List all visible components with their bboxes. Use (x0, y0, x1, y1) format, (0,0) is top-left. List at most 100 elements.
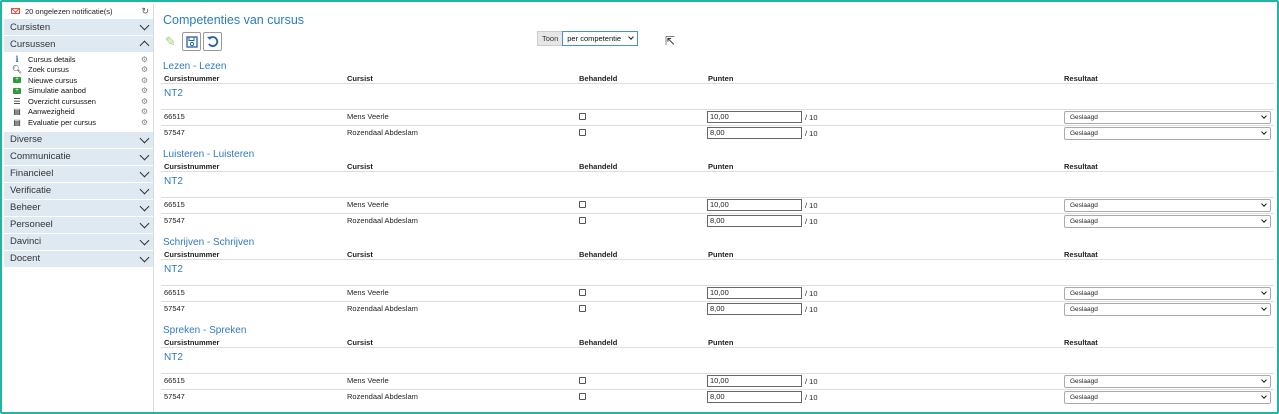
sidebar-section-beheer[interactable]: Beheer (4, 198, 153, 216)
gear-icon[interactable]: ⚙ (141, 107, 148, 116)
points-input[interactable]: 10,00 (707, 199, 802, 211)
sidebar-section-financieel[interactable]: Financieel (4, 164, 153, 182)
points-input[interactable]: 8,00 (707, 391, 802, 403)
document-icon: ▤ (13, 117, 21, 127)
treated-checkbox[interactable] (579, 201, 586, 208)
table-row: 66515 Mens Veerle 10,00 / 10 Geslaagd (161, 197, 1274, 212)
column-header: Resultaat (1064, 74, 1098, 83)
sidebar-section-personeel[interactable]: Personeel (4, 215, 153, 233)
chevron-down-icon (139, 184, 150, 194)
sidebar-item-aanwezigheid[interactable]: ▤ Aanwezigheid ⚙ (4, 107, 153, 118)
student-number: 57547 (164, 216, 185, 225)
group-title: NT2 (164, 176, 183, 187)
student-number: 57547 (164, 392, 185, 401)
treated-checkbox[interactable] (579, 393, 586, 400)
column-header: Behandeld (579, 338, 618, 347)
treated-checkbox[interactable] (579, 305, 586, 312)
treated-checkbox[interactable] (579, 377, 586, 384)
gear-icon[interactable]: ⚙ (141, 118, 148, 127)
table-row: 57547 Rozendaal Abdeslam 8,00 / 10 Gesla… (161, 301, 1274, 316)
sidebar-section-docent[interactable]: Docent (4, 249, 153, 267)
sidebar-section-cursussen[interactable]: Cursussen (4, 35, 153, 52)
group-title: NT2 (164, 88, 183, 99)
search-icon: 🔍︎ (11, 65, 23, 75)
student-number: 66515 (164, 376, 185, 385)
column-header: Cursist (347, 162, 373, 171)
treated-checkbox[interactable] (579, 289, 586, 296)
column-header: Cursist (347, 338, 373, 347)
sidebar-section-davinci[interactable]: Davinci (4, 232, 153, 250)
sidebar-item-overzicht-cursussen[interactable]: ☰ Overzicht cursussen ⚙ (4, 96, 153, 107)
column-header: Cursist (347, 74, 373, 83)
sidebar-section-diverse[interactable]: Diverse (4, 130, 153, 148)
column-header: Punten (708, 74, 734, 83)
sidebar-item-cursus-details[interactable]: i Cursus details ⚙ (4, 54, 153, 65)
result-value: Geslaagd (1070, 218, 1098, 225)
result-select[interactable]: Geslaagd (1064, 303, 1271, 316)
column-header: Resultaat (1064, 250, 1098, 259)
treated-checkbox[interactable] (579, 113, 586, 120)
chevron-down-icon (139, 167, 150, 177)
points-input[interactable]: 10,00 (707, 287, 802, 299)
student-number: 57547 (164, 128, 185, 137)
sidebar-item-evaluatie-per-cursus[interactable]: ▤ Evaluatie per cursus ⚙ (4, 117, 153, 128)
sidebar-section-label: Beheer (10, 202, 41, 213)
add-icon: + (12, 87, 22, 94)
app-frame: 20 ongelezen notificatie(s) ↻ Cursisten … (0, 0, 1279, 414)
sidebar-item-label: Overzicht cursussen (28, 96, 96, 106)
sidebar-section-label: Cursisten (10, 21, 51, 33)
toon-select[interactable]: per competentie (562, 31, 639, 46)
result-select[interactable]: Geslaagd (1064, 111, 1271, 124)
treated-checkbox[interactable] (579, 217, 586, 224)
result-select[interactable]: Geslaagd (1064, 215, 1271, 228)
column-header: Cursist (347, 250, 373, 259)
sidebar-section-cursisten[interactable]: Cursisten (4, 18, 153, 35)
sidebar-section-verificatie[interactable]: Verificatie (4, 181, 153, 199)
sidebar-item-zoek-cursus[interactable]: 🔍︎ Zoek cursus ⚙ (4, 65, 153, 76)
result-value: Geslaagd (1070, 130, 1098, 137)
gear-icon[interactable]: ⚙ (141, 97, 148, 106)
result-select[interactable]: Geslaagd (1064, 287, 1271, 300)
result-select[interactable]: Geslaagd (1064, 391, 1271, 404)
notification-text[interactable]: 20 ongelezen notificatie(s) (25, 7, 113, 16)
chevron-up-icon (139, 40, 150, 51)
student-name: Mens Veerle (347, 112, 389, 121)
group-title: NT2 (164, 352, 183, 363)
sidebar-item-label: Aanwezigheid (28, 107, 75, 117)
gear-icon[interactable]: ⚙ (141, 76, 148, 85)
notification-bar[interactable]: 20 ongelezen notificatie(s) ↻ (4, 4, 153, 18)
result-value: Geslaagd (1070, 202, 1098, 209)
sidebar-item-nieuwe-cursus[interactable]: + Nieuwe cursus ⚙ (4, 75, 153, 86)
gear-icon[interactable]: ⚙ (141, 65, 148, 74)
column-header: Punten (708, 162, 734, 171)
points-max: / 10 (805, 393, 818, 402)
gear-icon[interactable]: ⚙ (141, 55, 148, 64)
chevron-down-icon (1261, 377, 1267, 383)
mail-icon (11, 8, 20, 14)
gear-icon[interactable]: ⚙ (141, 86, 148, 95)
points-input[interactable]: 8,00 (707, 215, 802, 227)
sidebar-item-label: Nieuwe cursus (28, 75, 78, 85)
points-input[interactable]: 10,00 (707, 111, 802, 123)
pencil-icon[interactable]: ✎ (161, 32, 180, 51)
sidebar-item-simulatie-aanbod[interactable]: + Simulatie aanbod ⚙ (4, 86, 153, 97)
result-select[interactable]: Geslaagd (1064, 199, 1271, 212)
sidebar-section-communicatie[interactable]: Communicatie (4, 147, 153, 165)
points-input[interactable]: 8,00 (707, 127, 802, 139)
student-name: Mens Veerle (347, 376, 389, 385)
points-input[interactable]: 8,00 (707, 303, 802, 315)
points-input[interactable]: 10,00 (707, 375, 802, 387)
refresh-icon[interactable]: ↻ (141, 6, 149, 17)
column-header: Behandeld (579, 250, 618, 259)
info-icon: i (15, 54, 19, 65)
table-row: 57547 Rozendaal Abdeslam 8,00 / 10 Gesla… (161, 125, 1274, 140)
chevron-down-icon (1261, 289, 1267, 295)
save-icon[interactable] (182, 32, 201, 51)
result-select[interactable]: Geslaagd (1064, 127, 1271, 140)
student-name: Rozendaal Abdeslam (347, 304, 418, 313)
column-header: Behandeld (579, 74, 618, 83)
undo-icon[interactable] (203, 32, 222, 51)
page-title: Competenties van cursus (163, 13, 305, 27)
treated-checkbox[interactable] (579, 129, 586, 136)
result-select[interactable]: Geslaagd (1064, 375, 1271, 388)
